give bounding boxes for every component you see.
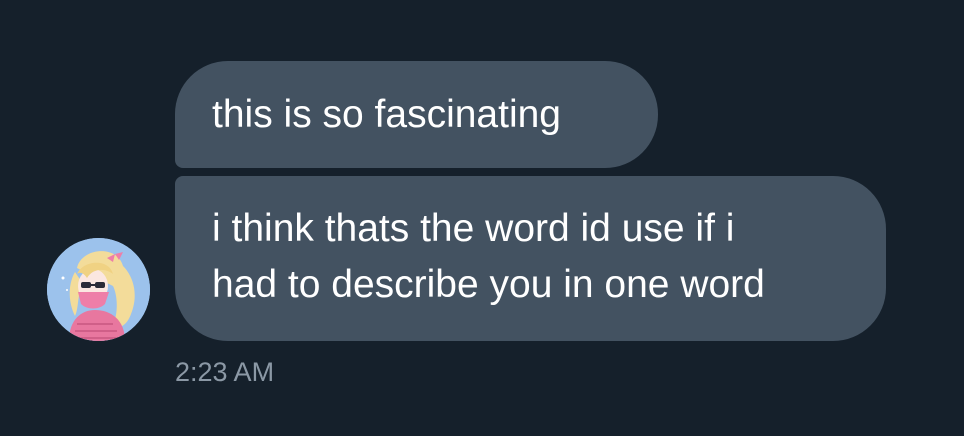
message-bubble[interactable]: this is so fascinating (175, 61, 658, 168)
message-thread: this is so fascinating i think thats the… (0, 0, 964, 436)
message-text: this is so fascinating (212, 93, 562, 136)
message-text-line: i think thats the word id use if i (212, 207, 735, 250)
message-bubble[interactable]: i think thats the word id use if i had t… (175, 176, 886, 341)
user-avatar-icon (47, 238, 150, 341)
avatar[interactable] (47, 238, 150, 341)
message-timestamp: 2:23 AM (175, 357, 275, 387)
message-text-line: had to describe you in one word (212, 263, 765, 306)
